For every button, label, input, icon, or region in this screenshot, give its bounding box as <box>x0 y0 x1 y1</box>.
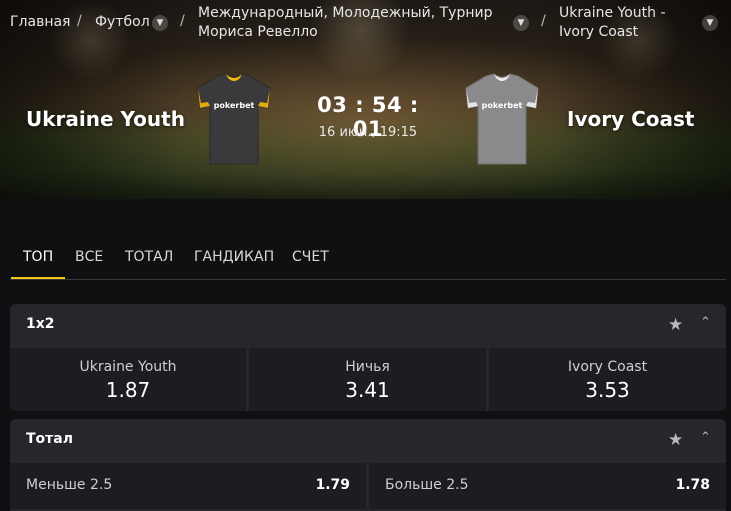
odd-button-over[interactable]: Больше 2.5 1.78 <box>369 463 726 509</box>
chevron-down-icon[interactable]: ▼ <box>152 15 168 31</box>
odd-button-draw[interactable]: Ничья 3.41 <box>249 348 486 411</box>
breadcrumb-match[interactable]: Ukraine Youth - Ivory Coast <box>559 4 666 42</box>
away-jersey-icon: pokerbet <box>465 73 539 165</box>
outcome-odd: 1.78 <box>675 477 710 493</box>
tab-handicap[interactable]: ГАНДИКАП <box>194 240 274 278</box>
star-icon[interactable]: ★ <box>668 430 683 450</box>
market-tabs: ТОП ВСЕ ТОТАЛ ГАНДИКАП СЧЕТ <box>10 240 726 280</box>
odd-button-away[interactable]: Ivory Coast 3.53 <box>489 348 726 411</box>
chevron-up-icon[interactable]: ⌃ <box>700 430 711 445</box>
outcome-odd: 3.53 <box>585 378 630 402</box>
outcome-odd: 1.87 <box>105 378 151 402</box>
match-datetime: 16 июн., 19:15 <box>318 125 418 140</box>
outcome-label: Меньше 2.5 <box>26 477 113 493</box>
tab-total[interactable]: ТОТАЛ <box>125 240 173 278</box>
outcome-label: Ничья <box>345 359 390 375</box>
away-team-name: Ivory Coast <box>567 107 695 131</box>
outcome-label: Ivory Coast <box>567 359 648 375</box>
home-jersey-icon: pokerbet <box>197 73 271 165</box>
market-header[interactable]: 1x2 ★ ⌃ <box>10 304 726 346</box>
market-1x2: 1x2 ★ ⌃ Ukraine Youth 1.87 Ничья 3.41 Iv… <box>10 304 726 411</box>
home-team-name: Ukraine Youth <box>26 107 185 131</box>
breadcrumb-separator: / <box>180 13 185 29</box>
odd-button-home[interactable]: Ukraine Youth 1.87 <box>10 348 246 411</box>
tab-top[interactable]: ТОП <box>10 240 66 279</box>
jersey-brand-logo: pokerbet <box>482 101 523 110</box>
outcome-label: Ukraine Youth <box>79 359 177 375</box>
breadcrumb-tournament[interactable]: Международный, Молодежный, Турнир Мориса … <box>198 4 492 42</box>
tab-all[interactable]: ВСЕ <box>75 240 103 278</box>
outcome-label: Больше 2.5 <box>385 477 469 493</box>
chevron-up-icon[interactable]: ⌃ <box>700 315 711 330</box>
breadcrumb-separator: / <box>77 13 82 29</box>
market-header[interactable]: Тотал ★ ⌃ <box>10 419 726 461</box>
chevron-down-icon[interactable]: ▼ <box>513 15 529 31</box>
market-title: 1x2 <box>26 316 55 332</box>
match-hero: Главная / Футбол ▼ / Международный, Моло… <box>0 0 731 199</box>
star-icon[interactable]: ★ <box>668 315 683 335</box>
outcome-odd: 3.41 <box>345 378 390 402</box>
chevron-down-icon[interactable]: ▼ <box>702 15 718 31</box>
outcome-odd: 1.79 <box>315 477 350 493</box>
jersey-brand-logo: pokerbet <box>214 101 255 110</box>
breadcrumb-sport[interactable]: Футбол <box>95 13 150 32</box>
breadcrumb: Главная / Футбол ▼ / Международный, Моло… <box>0 0 731 50</box>
market-title: Тотал <box>26 431 73 447</box>
tab-score[interactable]: СЧЕТ <box>292 240 329 278</box>
breadcrumb-home[interactable]: Главная <box>10 13 70 32</box>
odd-button-under[interactable]: Меньше 2.5 1.79 <box>10 463 366 509</box>
breadcrumb-separator: / <box>541 13 546 29</box>
market-total: Тотал ★ ⌃ Меньше 2.5 1.79 Больше 2.5 1.7… <box>10 419 726 511</box>
